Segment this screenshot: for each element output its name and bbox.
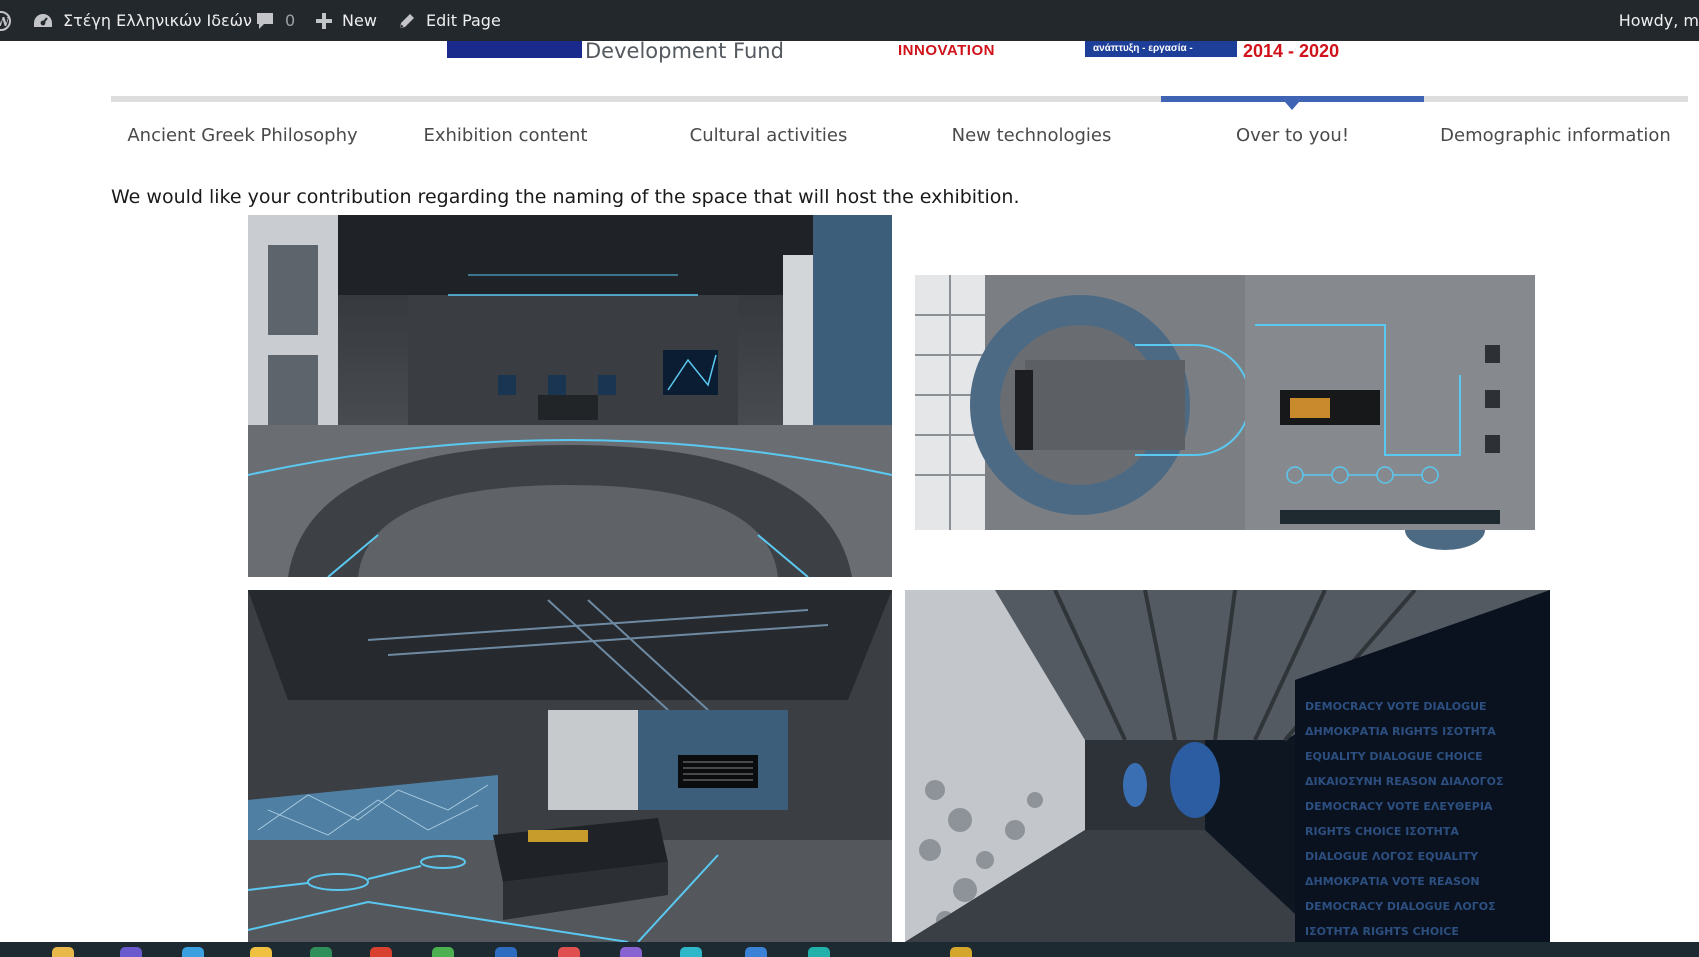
taskbar-app-icon[interactable] [808, 947, 830, 957]
pencil-icon [397, 11, 417, 31]
active-tab-arrow-icon [1285, 102, 1299, 110]
site-name-menu[interactable]: Στέγη Ελληνικών Ιδεών [32, 0, 252, 41]
taskbar-app-icon[interactable] [745, 947, 767, 957]
taskbar-app-icon[interactable] [250, 947, 272, 957]
espa-logo-text: ανάπτυξη - εργασία - αλληλεγγύη [1085, 41, 1237, 67]
svg-text:ΔΗΜΟΚΡΑΤΙΑ RIGHTS ΙΣΟΤΗΤΑ: ΔΗΜΟΚΡΑΤΙΑ RIGHTS ΙΣΟΤΗΤΑ [1305, 725, 1496, 738]
taskbar-app-icon[interactable] [432, 947, 454, 957]
user-account-menu[interactable]: Howdy, m [1619, 0, 1699, 41]
new-content-button[interactable]: New [315, 0, 377, 41]
taskbar-app-icon[interactable] [950, 947, 972, 957]
edit-page-label: Edit Page [426, 11, 501, 30]
dashboard-icon [32, 11, 54, 31]
svg-text:DIALOGUE ΛΟΓΟΣ EQUALITY: DIALOGUE ΛΟΓΟΣ EQUALITY [1305, 850, 1479, 863]
tabs-progress-track [111, 96, 1688, 102]
os-taskbar [0, 942, 1699, 957]
fund-logo-text: Development Fund [585, 41, 784, 63]
survey-tabs: Ancient Greek Philosophy Exhibition cont… [111, 123, 1699, 149]
site-name-label: Στέγη Ελληνικών Ιδεών [63, 11, 252, 30]
exhibition-corridor-render[interactable]: DEMOCRACY VOTE DIALOGUE ΔΗΜΟΚΡΑΤΙΑ RIGHT… [905, 590, 1550, 942]
svg-text:DEMOCRACY DIALOGUE ΛΟΓΟΣ: DEMOCRACY DIALOGUE ΛΟΓΟΣ [1305, 900, 1496, 913]
comment-bubble-icon [254, 11, 276, 31]
svg-text:ΔΗΜΟΚΡΑΤΙΑ VOTE REASON: ΔΗΜΟΚΡΑΤΙΑ VOTE REASON [1305, 875, 1480, 888]
taskbar-app-icon[interactable] [182, 947, 204, 957]
espa-period-text: 2014 - 2020 [1243, 41, 1340, 61]
svg-text:ΙΣΟΤΗΤΑ RIGHTS CHOICE: ΙΣΟΤΗΤΑ RIGHTS CHOICE [1305, 925, 1459, 938]
eu-flag-logo [447, 41, 582, 58]
tab-ancient-greek-philosophy[interactable]: Ancient Greek Philosophy [111, 123, 374, 149]
admin-bar: W Στέγη Ελληνικών Ιδεών 0 New Edit Page … [0, 0, 1699, 41]
exhibition-hall-render-1[interactable] [248, 215, 892, 577]
tab-cultural-activities[interactable]: Cultural activities [637, 123, 900, 149]
howdy-label: Howdy, m [1618, 11, 1699, 30]
svg-text:DEMOCRACY VOTE DIALOGUE: DEMOCRACY VOTE DIALOGUE [1305, 700, 1487, 713]
taskbar-app-icon[interactable] [620, 947, 642, 957]
new-label: New [342, 11, 377, 30]
svg-text:W: W [0, 15, 10, 29]
file-explorer-icon[interactable] [52, 947, 74, 957]
svg-text:EQUALITY DIALOGUE CHOICE: EQUALITY DIALOGUE CHOICE [1305, 750, 1483, 763]
tab-demographic-information[interactable]: Demographic information [1424, 123, 1687, 149]
svg-text:ΔΙΚΑΙΟΣΥΝΗ REASON ΔΙΑΛΟΓΟΣ: ΔΙΚΑΙΟΣΥΝΗ REASON ΔΙΑΛΟΓΟΣ [1305, 775, 1503, 788]
svg-text:RIGHTS CHOICE ΙΣΟΤΗΤΑ: RIGHTS CHOICE ΙΣΟΤΗΤΑ [1305, 825, 1459, 838]
tab-exhibition-content[interactable]: Exhibition content [374, 123, 637, 149]
taskbar-app-icon[interactable] [310, 947, 332, 957]
taskbar-app-icon[interactable] [370, 947, 392, 957]
innovation-logo-text: INNOVATION [898, 42, 995, 59]
svg-text:DEMOCRACY VOTE ΕΛΕΥΘΕΡΙΑ: DEMOCRACY VOTE ΕΛΕΥΘΕΡΙΑ [1305, 800, 1493, 813]
taskbar-app-icon[interactable] [495, 947, 517, 957]
comments-count: 0 [285, 11, 296, 30]
taskbar-app-icon[interactable] [120, 947, 142, 957]
comments-link[interactable]: 0 [254, 0, 295, 41]
taskbar-app-icon[interactable] [558, 947, 580, 957]
taskbar-app-icon[interactable] [680, 947, 702, 957]
intro-paragraph: We would like your contribution regardin… [111, 186, 1020, 208]
tab-over-to-you[interactable]: Over to you! [1161, 123, 1424, 149]
wordpress-logo-icon[interactable]: W [0, 0, 12, 41]
edit-page-button[interactable]: Edit Page [397, 0, 501, 41]
funding-logos-banner: Development Fund INNOVATION ανάπτυξη - ε… [0, 41, 1699, 67]
tab-new-technologies[interactable]: New technologies [900, 123, 1163, 149]
plus-icon [315, 12, 333, 30]
exhibition-floor-plan-render[interactable] [905, 215, 1550, 577]
exhibition-hall-render-2[interactable] [248, 590, 892, 942]
